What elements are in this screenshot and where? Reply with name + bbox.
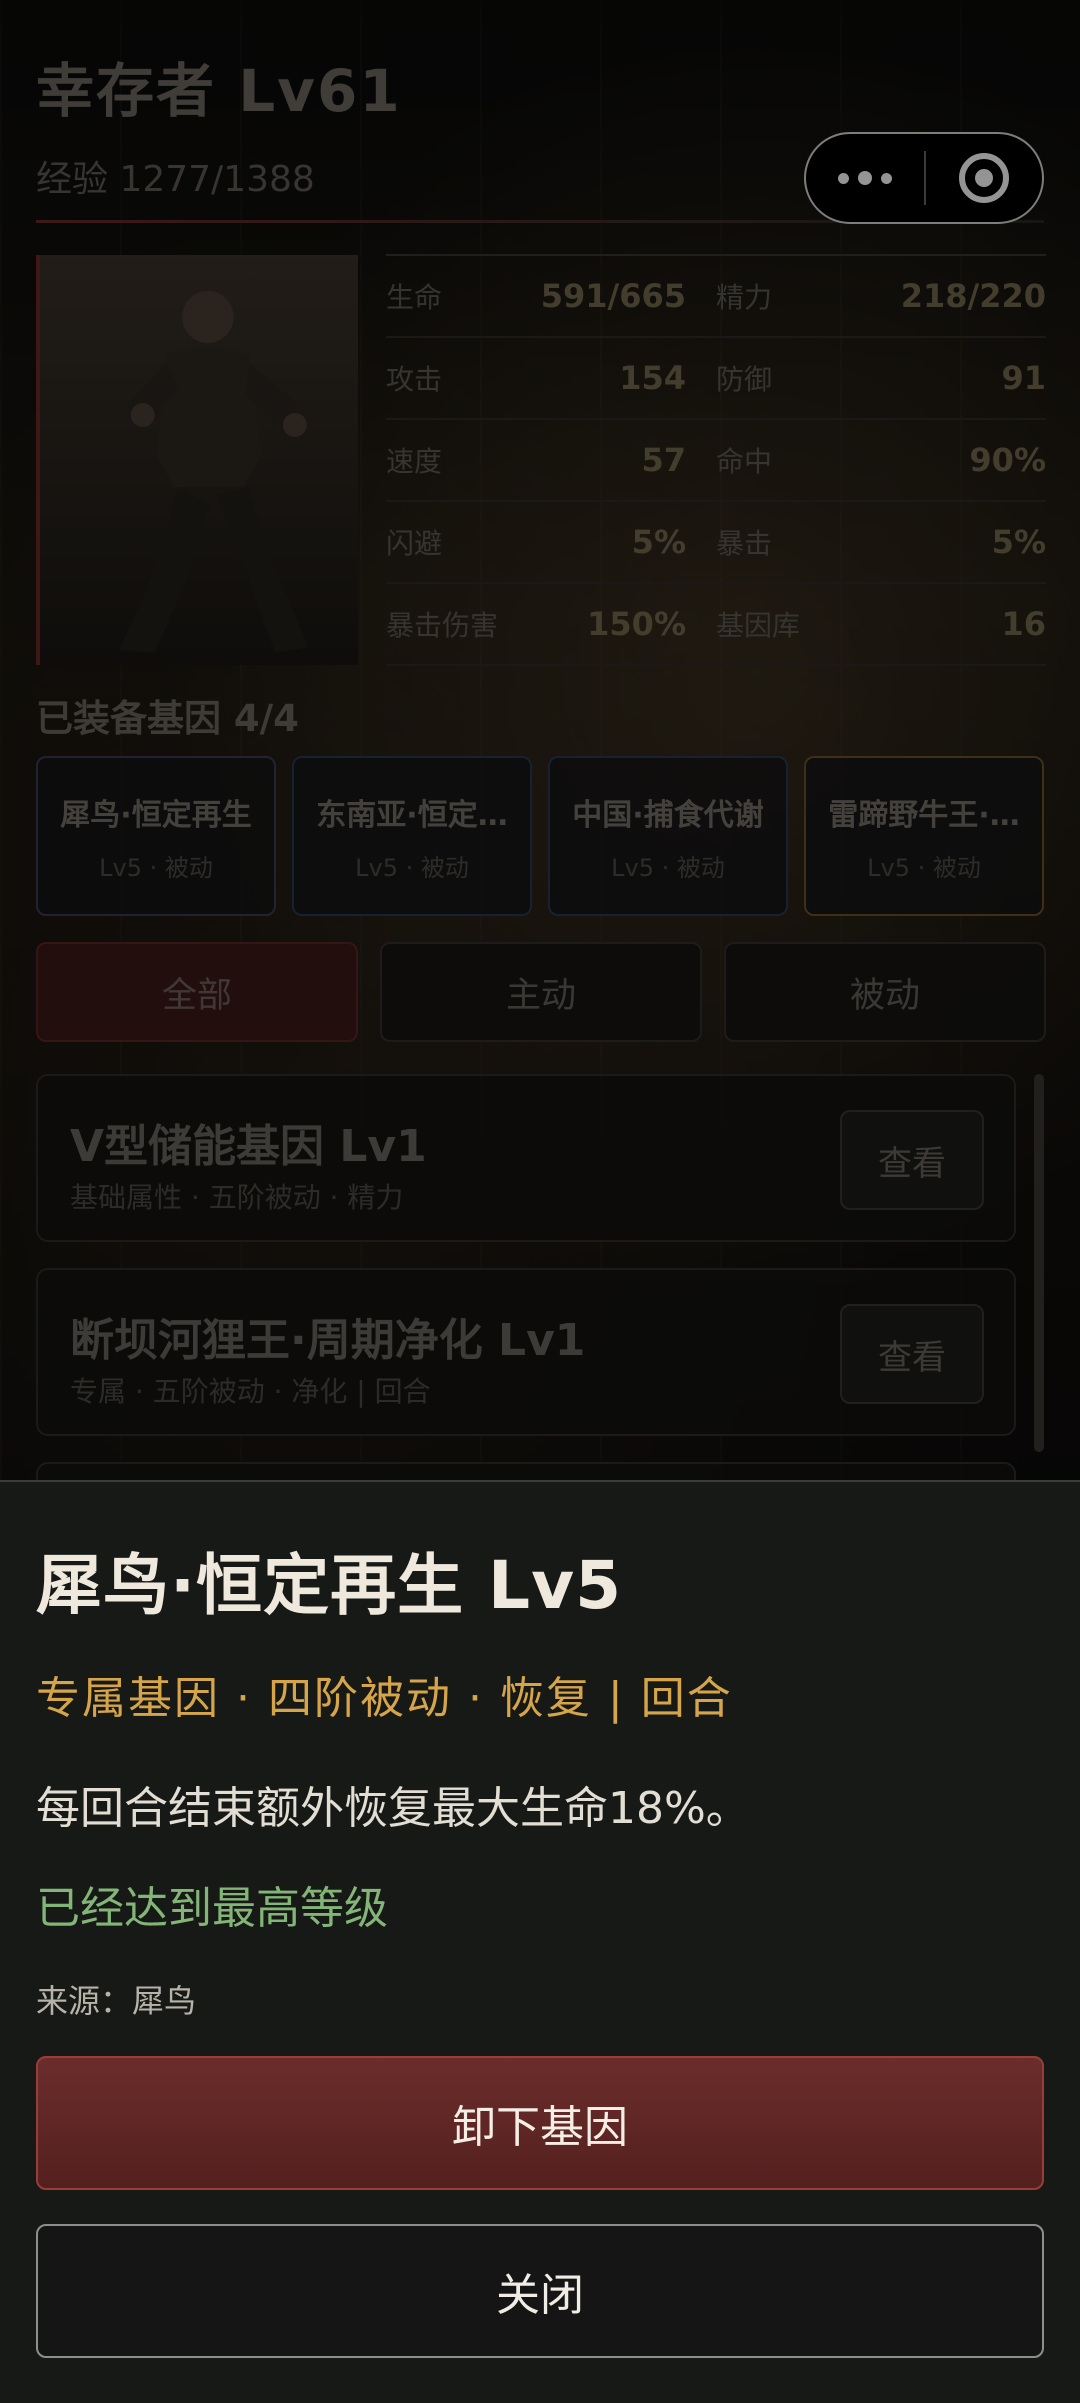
gene-detail-sheet: 犀鸟·恒定再生 Lv5 专属基因 · 四阶被动 · 恢复 | 回合 每回合结束额… bbox=[0, 1480, 1080, 2403]
close-button[interactable]: 关闭 bbox=[36, 2224, 1044, 2358]
gene-level-status: 已经达到最高等级 bbox=[36, 1883, 388, 1934]
modal-overlay[interactable] bbox=[0, 0, 1080, 1490]
gene-detail-description: 每回合结束额外恢复最大生命18%。 bbox=[36, 1783, 750, 1834]
unequip-gene-button[interactable]: 卸下基因 bbox=[36, 2056, 1044, 2190]
gene-detail-tags: 专属基因 · 四阶被动 · 恢复 | 回合 bbox=[36, 1673, 733, 1724]
gene-source: 来源：犀鸟 bbox=[36, 1982, 197, 2020]
gene-detail-title: 犀鸟·恒定再生 Lv5 bbox=[36, 1547, 623, 1624]
